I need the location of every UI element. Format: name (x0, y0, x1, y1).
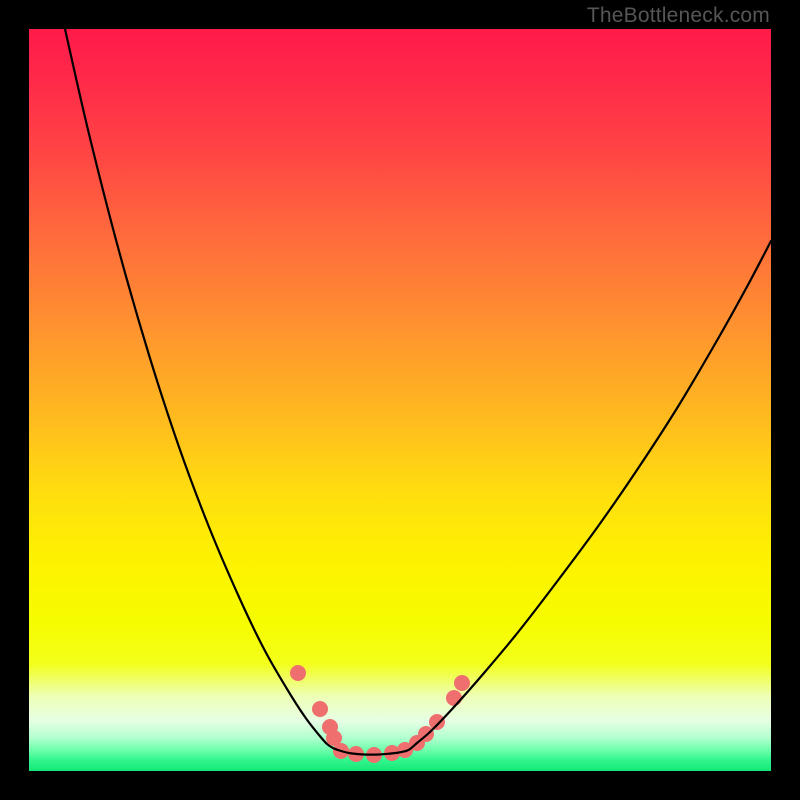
highlight-dot (429, 714, 445, 730)
highlight-dot (312, 701, 328, 717)
outer-frame: TheBottleneck.com (0, 0, 800, 800)
highlight-dot (446, 690, 462, 706)
marker-group (290, 665, 470, 763)
right-curve (406, 241, 771, 751)
plot-area (29, 29, 771, 771)
highlight-dot (290, 665, 306, 681)
watermark-text: TheBottleneck.com (587, 4, 770, 28)
curve-layer (29, 29, 771, 771)
left-curve (65, 29, 338, 750)
highlight-dot (454, 675, 470, 691)
